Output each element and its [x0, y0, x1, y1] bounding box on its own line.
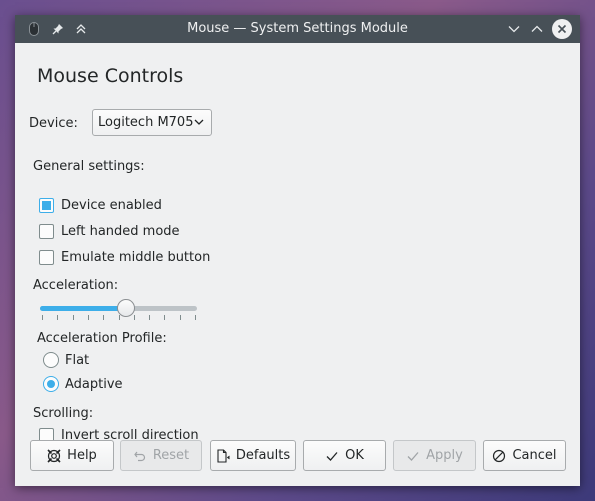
- slider-tick: [88, 315, 89, 320]
- slider-tick: [73, 315, 74, 320]
- checkmark-icon: [407, 451, 419, 461]
- acceleration-label: Acceleration:: [33, 278, 119, 293]
- acceleration-slider-fill: [40, 306, 126, 311]
- close-icon: [557, 24, 567, 34]
- slider-tick: [119, 315, 120, 320]
- app-mouse-icon[interactable]: [25, 15, 43, 43]
- device-label: Device:: [29, 116, 78, 131]
- apply-button[interactable]: Apply: [393, 440, 476, 471]
- help-button[interactable]: Help: [30, 440, 114, 471]
- slider-tick: [134, 315, 135, 320]
- help-icon: [47, 448, 61, 463]
- ok-button-label: OK: [345, 448, 364, 463]
- slider-tick: [180, 315, 181, 320]
- page-title: Mouse Controls: [37, 65, 184, 87]
- ok-button[interactable]: OK: [303, 440, 386, 471]
- help-button-label: Help: [67, 448, 97, 463]
- settings-window: Mouse — System Settings Module Mouse Con…: [15, 15, 580, 486]
- pin-icon[interactable]: [49, 15, 67, 43]
- minimize-icon[interactable]: [505, 15, 523, 43]
- window-title: Mouse — System Settings Module: [187, 21, 408, 36]
- flat-radio[interactable]: [43, 352, 59, 368]
- slider-tick: [57, 315, 58, 320]
- chevron-down-icon: [194, 119, 204, 125]
- undo-icon: [134, 451, 145, 461]
- device-enabled-checkbox[interactable]: [39, 198, 54, 213]
- flat-label: Flat: [65, 353, 90, 368]
- cancel-icon: [493, 449, 506, 462]
- close-button[interactable]: [552, 19, 572, 39]
- content-area: Mouse Controls Device: Logitech M705 Gen…: [15, 43, 580, 486]
- defaults-button-label: Defaults: [235, 448, 291, 463]
- device-dropdown[interactable]: Logitech M705: [92, 109, 212, 136]
- cancel-button-label: Cancel: [512, 448, 557, 463]
- document-revert-icon: [217, 448, 230, 463]
- emulate-middle-label: Emulate middle button: [61, 250, 211, 265]
- adaptive-radio[interactable]: [43, 376, 59, 392]
- slider-tick: [195, 315, 196, 320]
- reset-button-label: Reset: [152, 448, 190, 463]
- device-enabled-label: Device enabled: [61, 198, 162, 213]
- general-settings-label: General settings:: [33, 159, 145, 174]
- left-handed-label: Left handed mode: [61, 224, 180, 239]
- adaptive-label: Adaptive: [65, 377, 123, 392]
- slider-tick: [42, 315, 43, 320]
- keep-above-icon[interactable]: [72, 15, 90, 43]
- left-handed-checkbox[interactable]: [39, 224, 54, 239]
- acceleration-profile-label: Acceleration Profile:: [37, 331, 167, 346]
- reset-button[interactable]: Reset: [120, 440, 202, 471]
- slider-tick: [164, 315, 165, 320]
- slider-tick: [103, 315, 104, 320]
- slider-tick: [149, 315, 150, 320]
- maximize-icon[interactable]: [528, 15, 546, 43]
- cancel-button[interactable]: Cancel: [483, 440, 566, 471]
- checkmark-icon: [326, 451, 338, 461]
- scrolling-label: Scrolling:: [33, 406, 94, 421]
- defaults-button[interactable]: Defaults: [210, 440, 296, 471]
- title-bar[interactable]: Mouse — System Settings Module: [15, 15, 580, 43]
- emulate-middle-checkbox[interactable]: [39, 250, 54, 265]
- device-dropdown-value: Logitech M705: [98, 115, 194, 130]
- apply-button-label: Apply: [426, 448, 463, 463]
